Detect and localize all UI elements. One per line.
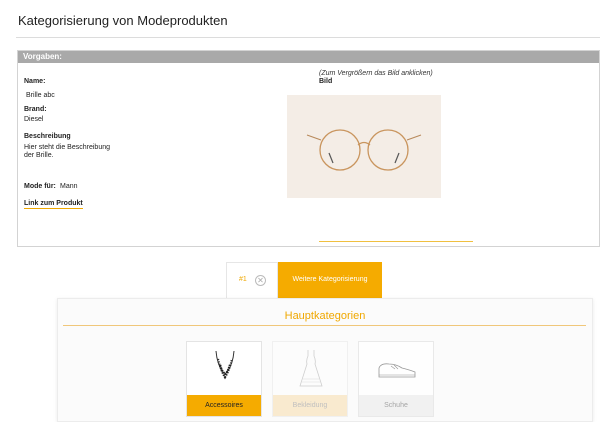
necklace-icon: [215, 350, 235, 380]
glasses-icon: [306, 129, 422, 171]
vorgaben-header: Vorgaben:: [18, 51, 599, 63]
tab-item-1[interactable]: #1 ✕: [226, 262, 278, 298]
category-accessoires[interactable]: Accessoires: [186, 341, 262, 417]
category-label-schuhe: Schuhe: [359, 395, 433, 416]
product-link[interactable]: Link zum Produkt: [24, 200, 83, 209]
shoe-icon: [378, 363, 416, 378]
image-underline: [319, 241, 473, 242]
hauptkategorien-card: Hauptkategorien Accessoires Bekleidung S…: [57, 298, 593, 422]
brand-label: Brand:: [24, 106, 47, 113]
tab-item-number: #1: [239, 276, 247, 283]
product-image[interactable]: [287, 95, 441, 198]
name-value: Brille abc: [26, 92, 55, 99]
title-divider: [16, 37, 600, 38]
category-label-bekleidung: Bekleidung: [273, 395, 347, 416]
mode-label: Mode für:: [24, 183, 56, 190]
dress-icon: [299, 350, 323, 387]
name-label: Name:: [24, 78, 46, 85]
category-schuhe[interactable]: Schuhe: [358, 341, 434, 417]
image-label: Bild: [319, 78, 333, 85]
hauptkategorien-divider: [63, 325, 586, 326]
page-title: Kategorisierung von Modeprodukten: [18, 13, 228, 28]
description-line-2: der Brille.: [24, 152, 54, 159]
brand-value: Diesel: [24, 116, 44, 123]
description-line-1: Hier steht die Beschreibung: [24, 144, 110, 151]
hauptkategorien-title: Hauptkategorien: [284, 310, 366, 322]
image-hint: (Zum Vergrößern das Bild anklicken): [319, 70, 433, 77]
vorgaben-panel: Vorgaben: Name: Brille abc Brand: Diesel…: [17, 50, 600, 247]
category-bekleidung[interactable]: Bekleidung: [272, 341, 348, 417]
description-label: Beschreibung: [24, 133, 71, 140]
tab-weitere-kategorisierung[interactable]: Weitere Kategorisierung: [278, 262, 382, 298]
close-icon[interactable]: ✕: [255, 275, 266, 286]
mode-value: Mann: [60, 183, 78, 190]
category-label-accessoires: Accessoires: [187, 395, 261, 416]
